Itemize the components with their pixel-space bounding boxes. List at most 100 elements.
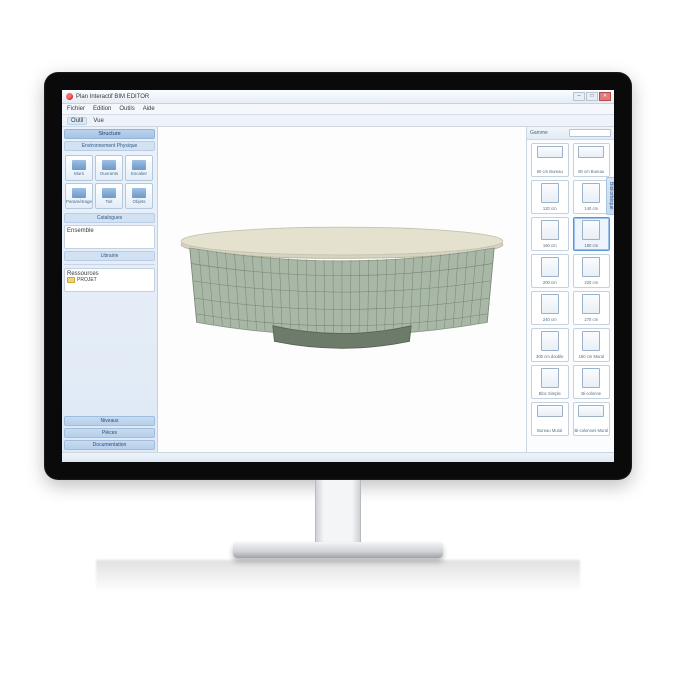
library-item[interactable]: 140 cm — [573, 180, 611, 214]
building-model — [169, 192, 515, 387]
library-item[interactable]: 60 cm Bureau — [531, 143, 569, 177]
library-item[interactable]: 240 cm — [531, 291, 569, 325]
library-item-label: 160 cm — [543, 244, 557, 248]
library-thumb-icon — [582, 220, 600, 240]
catalogs-list[interactable]: Ensemble — [64, 225, 155, 249]
left-panel: Structure Environnement Physique Murs Ou… — [62, 127, 158, 452]
tool-button[interactable]: Ouvrants — [95, 155, 123, 181]
library-item[interactable]: Bureau Mural — [531, 402, 569, 436]
library-panel: Gamme Bibliothèque 60 cm Bureau 80 cm Bur… — [526, 127, 614, 452]
library-item-label: Bi-colonne — [581, 392, 601, 396]
tool-label: Escalier — [131, 171, 147, 176]
library-item[interactable]: Bi-colonne — [573, 365, 611, 399]
window-titlebar[interactable]: Plan Interactif BIM EDITOR – □ ✕ — [62, 90, 614, 104]
library-thumb-icon — [582, 368, 600, 388]
tree-folder-label: PROJET — [77, 277, 97, 283]
window-close-button[interactable]: ✕ — [599, 92, 611, 101]
library-thumb-icon — [582, 331, 600, 351]
separator — [64, 264, 155, 265]
library-item-label: 80 cm Bureau — [578, 170, 604, 174]
monitor-reflection — [96, 560, 580, 592]
library-item-label: 300 cm double — [536, 355, 563, 359]
library-item[interactable]: 270 cm — [573, 291, 611, 325]
tool-icon — [132, 160, 146, 170]
tool-tab[interactable]: Outil — [67, 117, 87, 125]
library-item[interactable]: Bloc Simple — [531, 365, 569, 399]
library-item[interactable]: 300 cm double — [531, 328, 569, 362]
tool-button[interactable]: Escalier — [125, 155, 153, 181]
library-item-label: 140 cm — [584, 207, 598, 211]
library-item[interactable]: 220 cm — [573, 254, 611, 288]
left-panel-bottom-tab[interactable]: Documentation — [64, 440, 155, 450]
tree-folder[interactable]: PROJET — [67, 277, 152, 283]
tool-label: Ouvrants — [100, 171, 118, 176]
tool-button[interactable]: Objets — [125, 183, 153, 209]
left-panel-section-header[interactable]: Structure — [64, 129, 155, 139]
library-item[interactable]: 80 cm Bureau — [573, 143, 611, 177]
left-panel-bottom-tab[interactable]: Pièces — [64, 428, 155, 438]
library-side-tab[interactable]: Bibliothèque — [606, 177, 614, 215]
tool-tabs: Outil Vue — [62, 115, 614, 127]
library-item[interactable]: 180 cm — [573, 217, 611, 251]
library-thumb-icon — [582, 294, 600, 314]
library-header: Gamme — [527, 127, 614, 140]
library-thumb-icon — [578, 146, 604, 158]
library-dropdown[interactable] — [569, 129, 611, 137]
library-item-label: 270 cm — [584, 318, 598, 322]
library-item[interactable]: 180 cm Mural — [573, 328, 611, 362]
left-panel-bottom-tab[interactable]: Niveaux — [64, 416, 155, 426]
menu-item[interactable]: Aide — [143, 106, 155, 112]
library-item[interactable]: 160 cm — [531, 217, 569, 251]
library-item[interactable]: Bi-colonnes Mural — [573, 402, 611, 436]
library-item-label: 180 cm Mural — [579, 355, 604, 359]
library-thumb-icon — [541, 183, 559, 203]
tool-icon — [72, 160, 86, 170]
tool-button[interactable]: Murs — [65, 155, 93, 181]
menu-item[interactable]: Outils — [119, 106, 134, 112]
tool-icon — [102, 188, 116, 198]
library-thumb-icon — [541, 257, 559, 277]
menu-item[interactable]: Edition — [93, 106, 111, 112]
folder-icon — [67, 277, 75, 283]
left-panel-group-header[interactable]: Librairie — [64, 251, 155, 261]
library-thumb-icon — [541, 331, 559, 351]
monitor-frame: Plan Interactif BIM EDITOR – □ ✕ Fichier… — [44, 72, 632, 480]
window-maximize-button[interactable]: □ — [586, 92, 598, 101]
library-dropdown-label: Gamme — [530, 130, 548, 136]
library-thumb-icon — [541, 220, 559, 240]
left-panel-group-header[interactable]: Catalogues — [64, 213, 155, 223]
project-tree[interactable]: Ressources PROJET — [64, 268, 155, 292]
tool-tab[interactable]: Vue — [93, 118, 103, 124]
catalogs-label: Ensemble — [67, 228, 94, 234]
library-item[interactable]: 120 cm — [531, 180, 569, 214]
model-viewport[interactable] — [158, 127, 526, 452]
menu-bar: Fichier Edition Outils Aide — [62, 104, 614, 115]
main-area: Structure Environnement Physique Murs Ou… — [62, 127, 614, 452]
library-thumb-icon — [537, 405, 563, 417]
tool-label: Objets — [132, 199, 145, 204]
monitor-stand-base — [233, 542, 443, 558]
left-panel-group-header[interactable]: Environnement Physique — [64, 141, 155, 151]
library-item-label: 240 cm — [543, 318, 557, 322]
tool-button[interactable]: Paramétrage — [65, 183, 93, 209]
window-minimize-button[interactable]: – — [573, 92, 585, 101]
library-item[interactable]: 200 cm — [531, 254, 569, 288]
library-item-label: 120 cm — [543, 207, 557, 211]
tool-icon — [72, 188, 86, 198]
library-item-label: Bloc Simple — [539, 392, 561, 396]
library-thumb-icon — [537, 146, 563, 158]
status-bar — [62, 452, 614, 462]
tool-label: Paramétrage — [66, 199, 92, 204]
library-item-label: 220 cm — [584, 281, 598, 285]
tool-button[interactable]: Toit — [95, 183, 123, 209]
menu-item[interactable]: Fichier — [67, 106, 85, 112]
library-thumb-icon — [582, 257, 600, 277]
tool-label: Toit — [105, 199, 112, 204]
tool-icon — [132, 188, 146, 198]
library-item-label: Bi-colonnes Mural — [575, 429, 609, 433]
window-title: Plan Interactif BIM EDITOR — [76, 94, 149, 100]
app-icon — [66, 93, 73, 100]
library-scroll[interactable]: 60 cm Bureau 80 cm Bureau 120 cm 140 cm 160 … — [527, 140, 614, 452]
library-thumb-icon — [541, 368, 559, 388]
library-item-label: Bureau Mural — [537, 429, 562, 433]
